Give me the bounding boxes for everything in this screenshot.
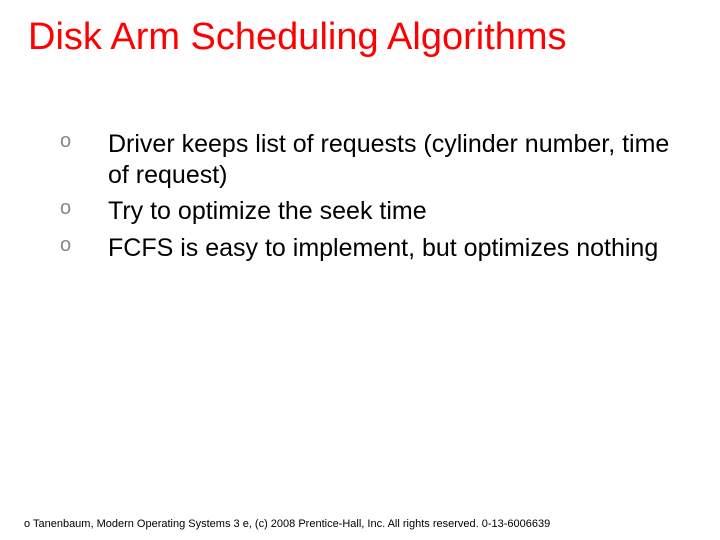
bullet-marker-icon: o xyxy=(60,129,71,153)
bullet-marker-icon: o xyxy=(60,233,71,257)
list-item: o FCFS is easy to implement, but optimiz… xyxy=(56,233,680,270)
list-item: o Try to optimize the seek time xyxy=(56,196,680,233)
list-item-text: Driver keeps list of requests (cylinder … xyxy=(108,130,669,189)
slide-title: Disk Arm Scheduling Algorithms xyxy=(0,0,720,59)
bullet-marker-icon: o xyxy=(60,196,71,220)
bullet-list: o Driver keeps list of requests (cylinde… xyxy=(56,129,680,269)
slide: Disk Arm Scheduling Algorithms o Driver … xyxy=(0,0,720,540)
list-item-text: FCFS is easy to implement, but optimizes… xyxy=(108,234,658,262)
slide-body: o Driver keeps list of requests (cylinde… xyxy=(0,59,720,269)
slide-footer: o Tanenbaum, Modern Operating Systems 3 … xyxy=(24,518,696,530)
list-item: o Driver keeps list of requests (cylinde… xyxy=(56,129,680,196)
list-item-text: Try to optimize the seek time xyxy=(108,197,427,225)
